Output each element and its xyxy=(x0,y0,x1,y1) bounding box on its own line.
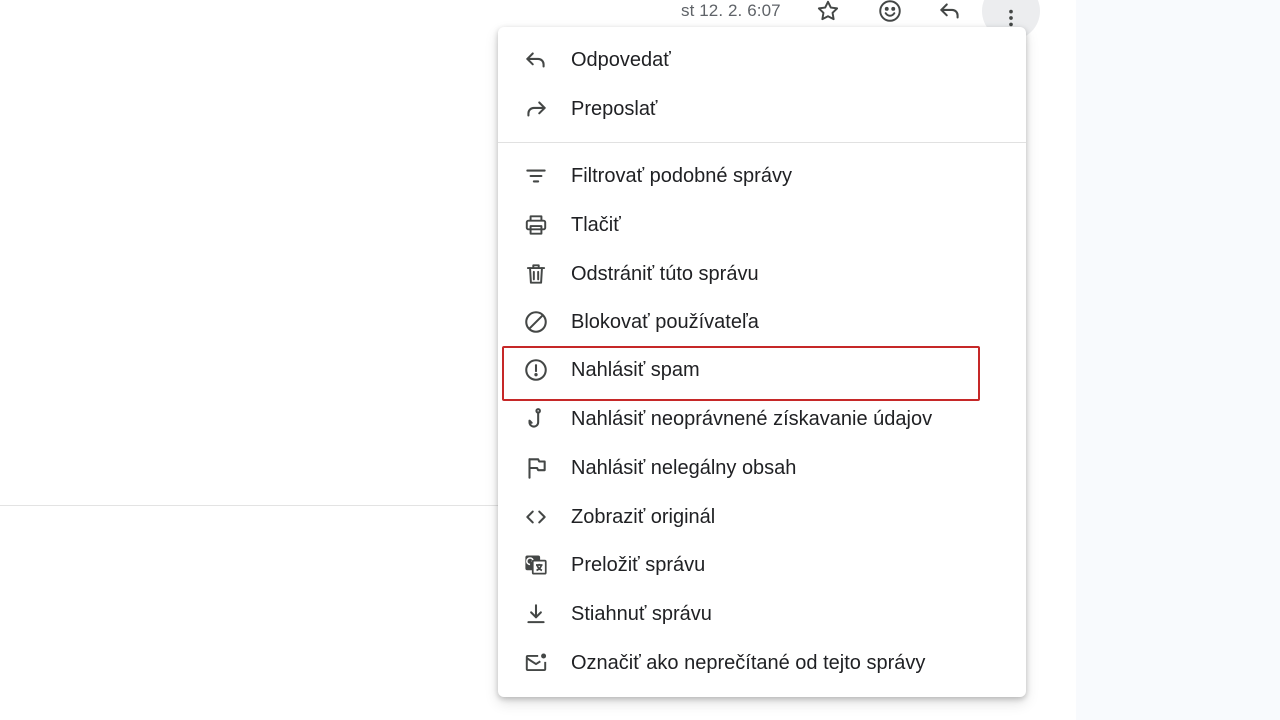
reply-button[interactable] xyxy=(935,0,965,26)
code-icon xyxy=(523,504,549,530)
menu-item-label: Blokovať používateľa xyxy=(571,310,759,333)
forward-icon xyxy=(523,96,549,122)
menu-item-show-original[interactable]: Zobraziť originál xyxy=(498,494,1026,540)
star-button[interactable] xyxy=(813,0,843,26)
menu-item-mark-unread[interactable]: Označiť ako neprečítané od tejto správy xyxy=(498,640,1026,686)
menu-item-reply[interactable]: Odpovedať xyxy=(498,37,1026,83)
menu-item-label: Nahlásiť neoprávnené získavanie údajov xyxy=(571,407,933,430)
reply-icon xyxy=(940,3,959,19)
menu-item-label: Odpovedať xyxy=(571,48,671,71)
message-options-menu: Odpovedať Preposlať Filtrovať podobné sp… xyxy=(498,27,1026,697)
menu-item-filter-similar[interactable]: Filtrovať podobné správy xyxy=(498,153,1026,199)
filter-icon xyxy=(523,163,549,189)
menu-item-label: Stiahnuť správu xyxy=(571,602,712,625)
menu-item-label: Zobraziť originál xyxy=(571,505,716,528)
menu-item-label: Filtrovať podobné správy xyxy=(571,164,792,187)
menu-item-report-spam[interactable]: Nahlásiť spam xyxy=(498,347,1026,393)
menu-item-label: Nahlásiť nelegálny obsah xyxy=(571,456,797,479)
menu-item-label: Tlačiť xyxy=(571,213,621,236)
print-icon xyxy=(523,212,549,238)
message-timestamp: st 12. 2. 6:07 xyxy=(681,1,781,20)
reply-icon xyxy=(523,47,549,73)
menu-item-label: Preložiť správu xyxy=(571,553,706,576)
trash-icon xyxy=(523,261,549,287)
menu-item-block-user[interactable]: Blokovať používateľa xyxy=(498,299,1026,345)
menu-item-label: Označiť ako neprečítané od tejto správy xyxy=(571,651,926,674)
menu-separator xyxy=(498,142,1026,143)
translate-icon xyxy=(523,552,549,578)
mark-unread-icon xyxy=(523,650,549,676)
menu-item-report-phishing[interactable]: Nahlásiť neoprávnené získavanie údajov xyxy=(498,396,1026,442)
download-icon xyxy=(523,601,549,627)
phishing-hook-icon xyxy=(523,406,549,432)
menu-item-label: Odstrániť túto správu xyxy=(571,262,759,285)
menu-item-label: Preposlať xyxy=(571,97,658,120)
message-divider xyxy=(0,505,498,506)
right-side-panel xyxy=(1076,0,1280,720)
menu-item-report-illegal-content[interactable]: Nahlásiť nelegálny obsah xyxy=(498,445,1026,491)
emoji-reaction-button[interactable] xyxy=(875,0,905,26)
menu-item-download-message[interactable]: Stiahnuť správu xyxy=(498,591,1026,637)
more-vert-icon xyxy=(1009,9,1013,27)
menu-item-forward[interactable]: Preposlať xyxy=(498,86,1026,132)
menu-item-print[interactable]: Tlačiť xyxy=(498,202,1026,248)
menu-item-translate-message[interactable]: Preložiť správu xyxy=(498,542,1026,588)
block-icon xyxy=(523,309,549,335)
report-spam-icon xyxy=(523,357,549,383)
menu-item-label: Nahlásiť spam xyxy=(571,358,700,381)
flag-icon xyxy=(523,455,549,481)
emoji-icon xyxy=(879,0,901,22)
star-icon xyxy=(817,0,839,21)
menu-item-delete-message[interactable]: Odstrániť túto správu xyxy=(498,251,1026,297)
